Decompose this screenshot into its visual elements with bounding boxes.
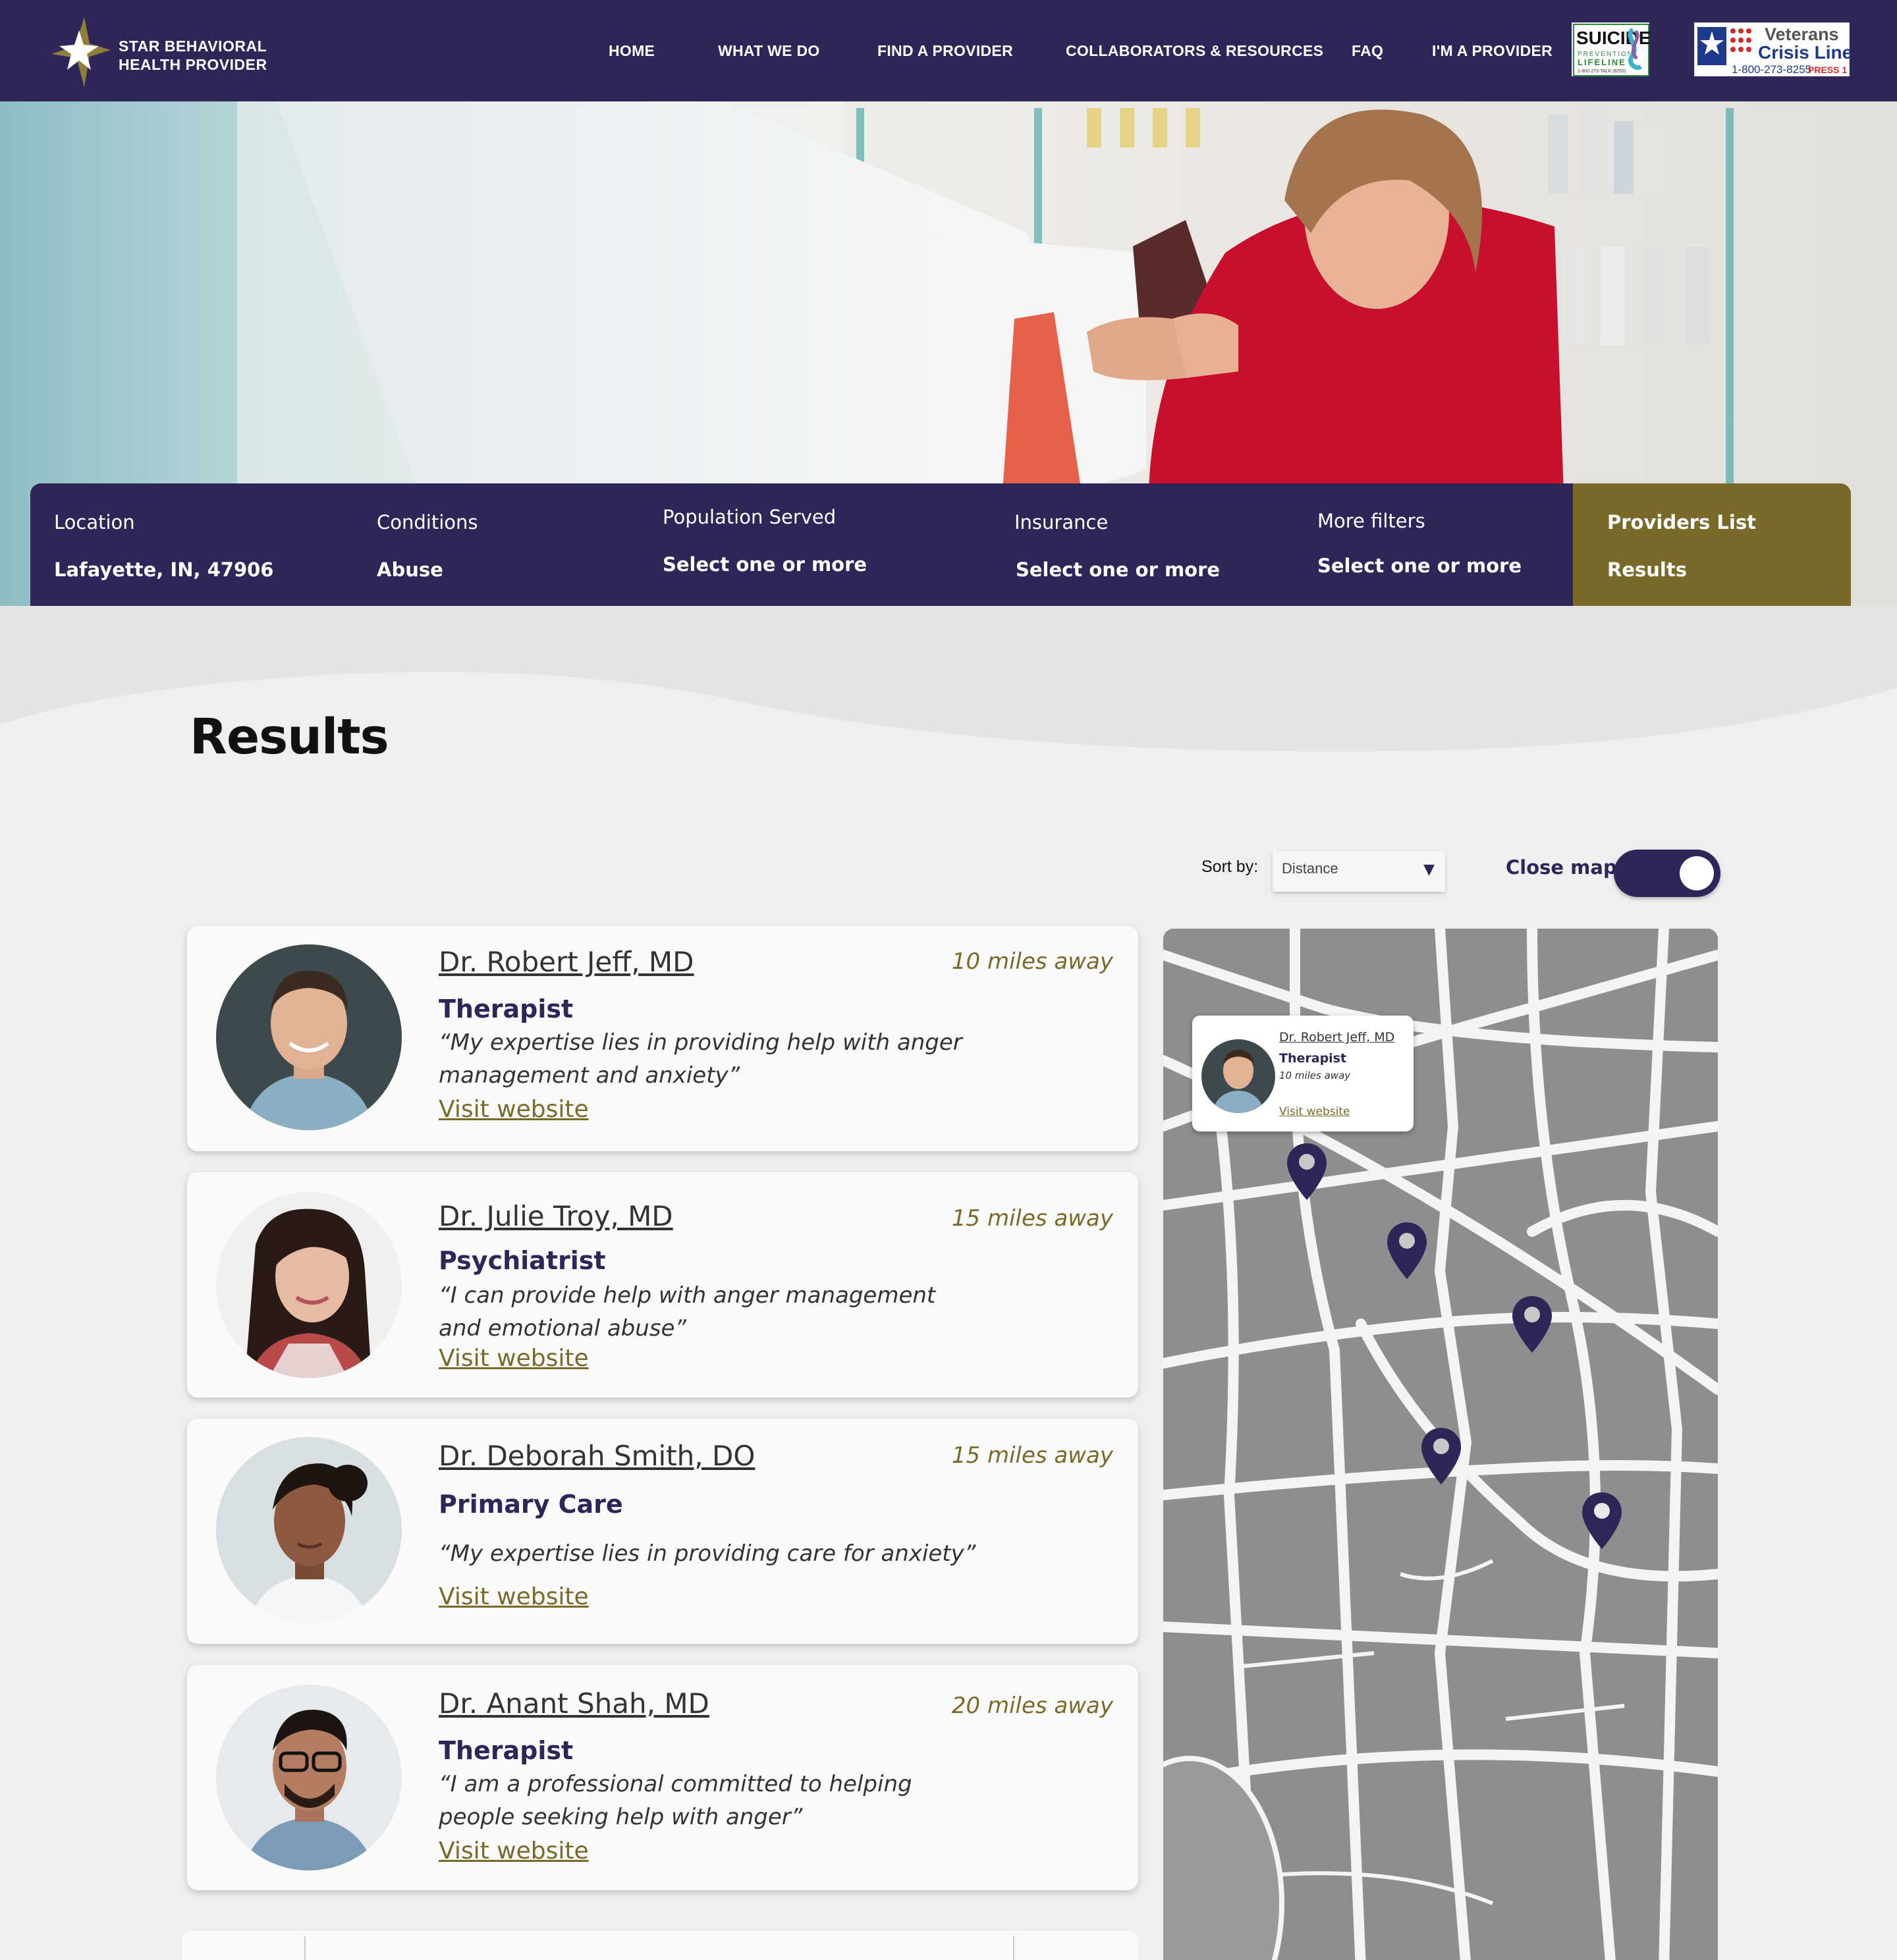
provider-card: Dr. Deborah Smith, DO Primary Care “My e… — [187, 1419, 1138, 1644]
visit-website-link[interactable]: Visit website — [439, 1096, 589, 1123]
filter-more-value: Select one or more — [1317, 555, 1522, 577]
results-heading: Results — [190, 709, 389, 765]
brand-name[interactable]: STAR BEHAVIORAL HEALTH PROVIDER — [119, 37, 267, 74]
filter-location-value: Lafayette, IN, 47906 — [54, 558, 274, 581]
nav-home[interactable]: HOME — [609, 42, 655, 60]
map-pin-icon[interactable] — [1386, 1221, 1428, 1280]
filter-insurance[interactable]: Insurance Select one or more — [1012, 483, 1315, 607]
brand-line-2: HEALTH PROVIDER — [119, 56, 267, 73]
pagination-divider — [304, 1936, 306, 1960]
filter-population-label: Population Served — [663, 506, 837, 528]
provider-type: Psychiatrist — [439, 1246, 606, 1275]
nav-faq[interactable]: FAQ — [1352, 42, 1383, 60]
vet-press: PRESS 1 — [1808, 65, 1847, 75]
suicide-lifeline-logo[interactable]: SUICIDE PREVENTION LIFELINE 1-800-273-TA… — [1572, 22, 1651, 76]
provider-type: Therapist — [439, 994, 574, 1023]
toggle-knob — [1680, 856, 1714, 890]
vet-line-1: Veterans — [1765, 24, 1839, 44]
site-header: STAR BEHAVIORAL HEALTH PROVIDER HOME WHA… — [0, 0, 1897, 101]
suicide-sub2: LIFELINE — [1578, 57, 1626, 67]
sort-select[interactable]: Distance ▼ — [1273, 851, 1445, 892]
veterans-crisis-line-logo[interactable]: Veterans Crisis Line 1-800-273-8255 PRES… — [1694, 22, 1852, 76]
map-provider-tooltip[interactable]: Dr. Robert Jeff, MD Therapist 10 miles a… — [1192, 1016, 1414, 1131]
filter-insurance-label: Insurance — [1014, 511, 1109, 533]
sort-value: Distance — [1282, 860, 1338, 877]
visit-website-link[interactable]: Visit website — [439, 1583, 589, 1610]
star-logo-icon[interactable] — [46, 16, 112, 88]
tooltip-avatar — [1201, 1039, 1275, 1113]
provider-distance: 15 miles away — [951, 1205, 1113, 1232]
provider-name-link[interactable]: Dr. Robert Jeff, MD — [439, 946, 694, 978]
map-pin-icon[interactable] — [1286, 1142, 1328, 1201]
map-pin-icon[interactable] — [1420, 1427, 1462, 1486]
provider-card: Dr. Anant Shah, MD Therapist “I am a pro… — [187, 1665, 1138, 1890]
provider-avatar — [216, 1437, 402, 1623]
map-pin-icon[interactable] — [1511, 1295, 1553, 1354]
filter-location[interactable]: Location Lafayette, IN, 47906 — [30, 483, 346, 607]
providers-list-results-button[interactable]: Providers List Results — [1573, 483, 1851, 609]
filter-conditions-value: Abuse — [377, 558, 443, 581]
sort-label: Sort by: — [1201, 858, 1259, 876]
provider-card: Dr. Robert Jeff, MD Therapist “My expert… — [187, 926, 1138, 1151]
nav-im-a-provider[interactable]: I'M A PROVIDER — [1432, 42, 1553, 60]
provider-quote: “I am a professional committed to helpin… — [439, 1771, 912, 1830]
providers-list-label: Providers List — [1607, 511, 1756, 533]
map-pin-icon[interactable] — [1581, 1491, 1623, 1550]
visit-website-link[interactable]: Visit website — [439, 1345, 589, 1372]
map-toggle[interactable] — [1614, 850, 1720, 897]
provider-quote: “I can provide help with anger managemen… — [439, 1282, 936, 1342]
filter-population-served[interactable]: Population Served Select one or more — [663, 483, 992, 607]
filter-insurance-value: Select one or more — [1016, 558, 1221, 581]
filter-population-value: Select one or more — [663, 553, 867, 576]
provider-quote: “My expertise lies in providing care for… — [439, 1540, 976, 1567]
results-map[interactable]: Dr. Robert Jeff, MD Therapist 10 miles a… — [1163, 929, 1718, 1960]
tooltip-provider-type: Therapist — [1279, 1051, 1347, 1066]
provider-name-link[interactable]: Dr. Julie Troy, MD — [439, 1200, 673, 1232]
filter-more-filters[interactable]: More filters Select one or more — [1315, 483, 1572, 607]
vet-line-2: Crisis Line — [1758, 42, 1850, 63]
search-filter-bar: Location Lafayette, IN, 47906 Conditions… — [30, 483, 1573, 607]
tooltip-provider-distance: 10 miles away — [1279, 1070, 1351, 1081]
provider-name-link[interactable]: Dr. Deborah Smith, DO — [439, 1440, 755, 1472]
pagination — [182, 1931, 1138, 1960]
tooltip-provider-name[interactable]: Dr. Robert Jeff, MD — [1279, 1030, 1394, 1045]
provider-name-link[interactable]: Dr. Anant Shah, MD — [439, 1687, 709, 1720]
filter-more-label: More filters — [1317, 510, 1425, 532]
provider-avatar — [216, 1685, 402, 1870]
visit-website-link[interactable]: Visit website — [439, 1838, 589, 1865]
nav-collaborators-resources[interactable]: COLLABORATORS & RESOURCES — [1066, 42, 1323, 60]
tooltip-visit-website-link[interactable]: Visit website — [1279, 1105, 1350, 1118]
provider-type: Primary Care — [439, 1490, 623, 1519]
provider-avatar — [216, 944, 402, 1130]
provider-type: Therapist — [439, 1736, 574, 1765]
provider-quote: “My expertise lies in providing help wit… — [439, 1029, 962, 1089]
provider-card: Dr. Julie Troy, MD Psychiatrist “I can p… — [187, 1172, 1138, 1398]
page: STAR BEHAVIORAL HEALTH PROVIDER HOME WHA… — [0, 0, 1897, 1960]
vet-phone: 1-800-273-8255 — [1732, 63, 1811, 76]
filter-conditions-label: Conditions — [377, 511, 478, 533]
pagination-divider — [1013, 1936, 1014, 1960]
nav-what-we-do[interactable]: WHAT WE DO — [718, 42, 820, 60]
suicide-phone: 1-800-273-TALK (8255) — [1578, 69, 1626, 74]
filter-conditions[interactable]: Conditions Abuse — [373, 483, 649, 607]
providers-results-label: Results — [1607, 558, 1687, 581]
brand-line-1: STAR BEHAVIORAL — [119, 38, 267, 55]
close-map-label: Close map — [1506, 856, 1617, 879]
provider-distance: 20 miles away — [951, 1693, 1113, 1719]
provider-distance: 15 miles away — [951, 1442, 1113, 1469]
provider-avatar — [216, 1192, 402, 1378]
filter-location-label: Location — [54, 511, 135, 533]
nav-find-a-provider[interactable]: FIND A PROVIDER — [877, 42, 1013, 60]
provider-distance: 10 miles away — [951, 948, 1113, 975]
caret-down-icon: ▼ — [1423, 861, 1435, 878]
